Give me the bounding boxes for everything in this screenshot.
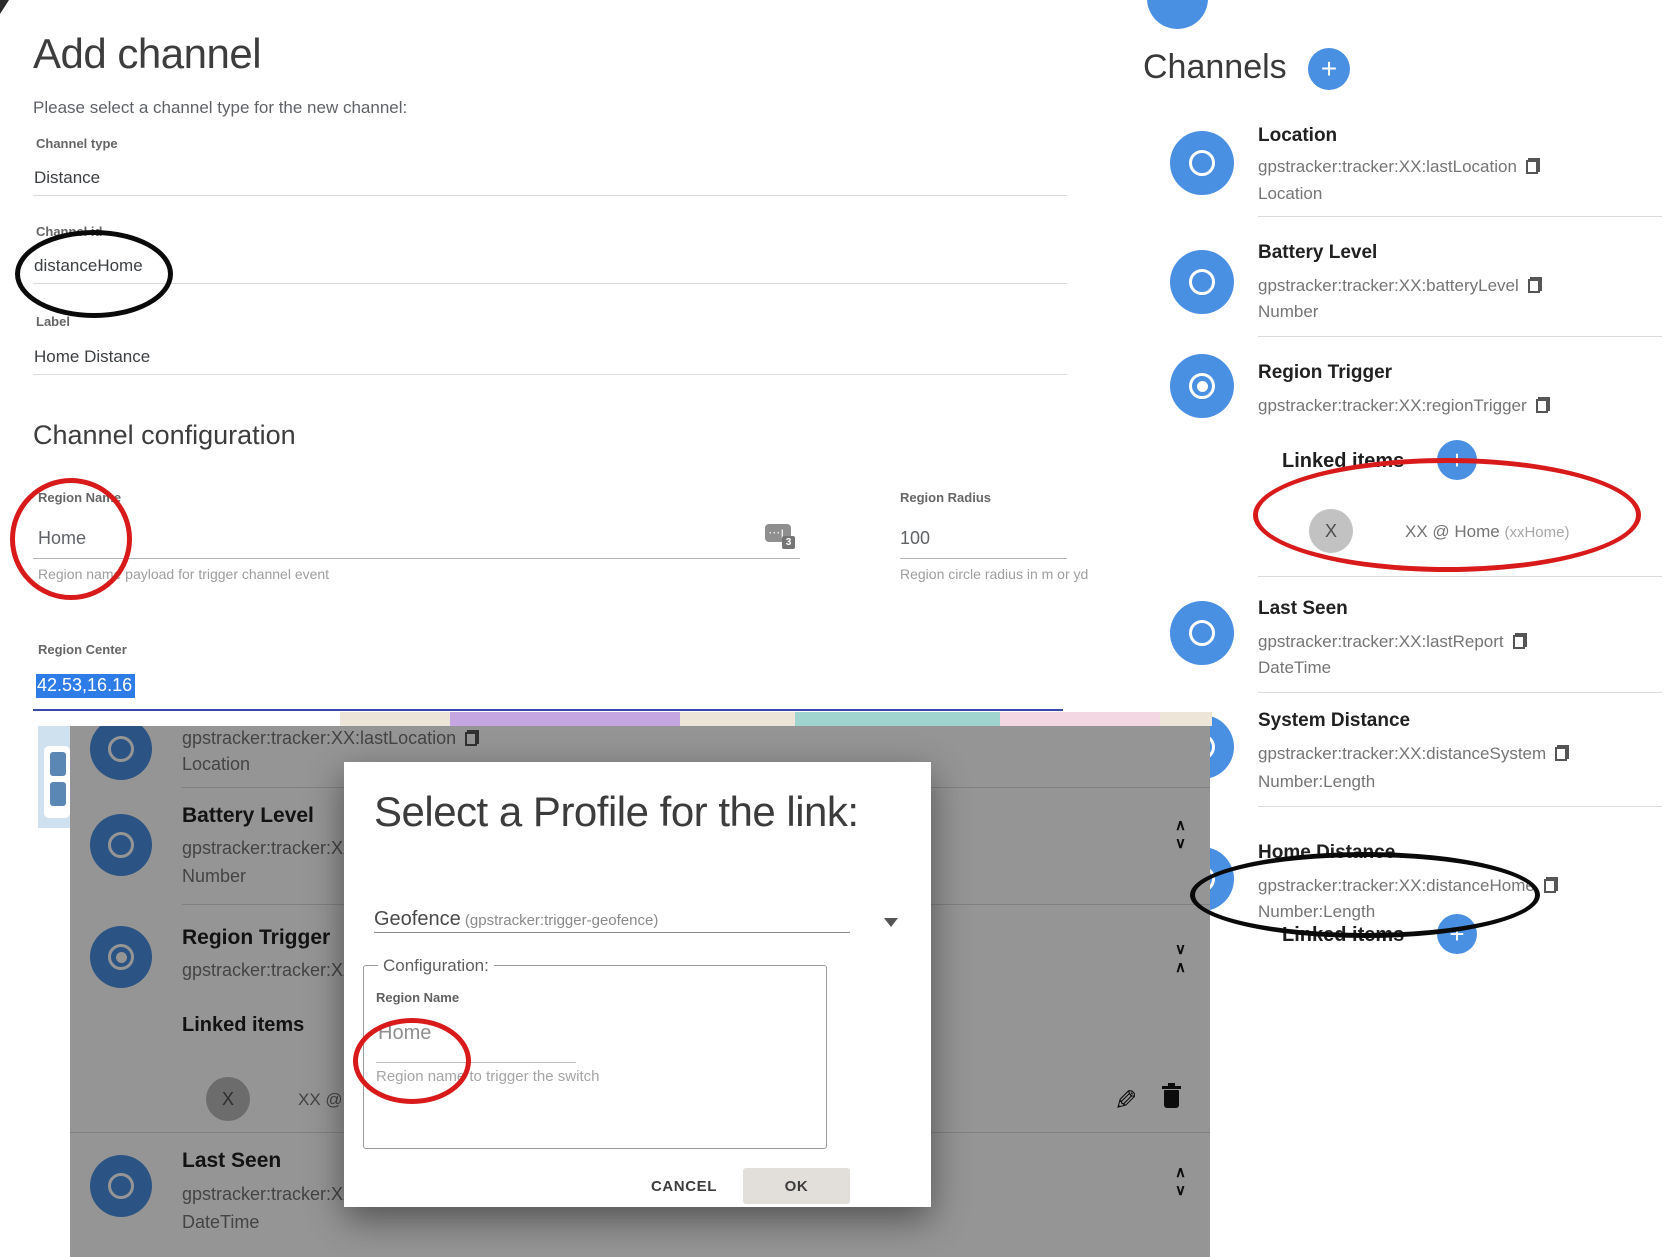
copy-icon[interactable] [1526,158,1540,174]
cancel-button[interactable]: CANCEL [636,1168,732,1204]
dialog-region-name-label: Region Name [376,990,459,1005]
dialog-region-name-underline [376,1062,576,1063]
channel-id-label: Channel id [36,224,102,239]
region-center-label: Region Center [38,642,127,657]
map-zoom-in-button[interactable] [50,752,66,776]
profile-name: Geofence [374,908,461,930]
channel-title[interactable]: System Distance [1258,710,1410,732]
channel-id: gpstracker:tracker:XX:lastReport [1258,632,1527,652]
region-name-label: Region Name [38,490,121,505]
dialog-title: Select a Profile for the link: [374,788,859,836]
channel-type-value[interactable]: Distance [34,168,100,188]
dialog-region-name-hint: Region name to trigger the switch [376,1068,599,1085]
add-linked-item-fab[interactable]: + [1437,914,1477,954]
add-linked-item-fab[interactable]: + [1437,440,1477,480]
channels-heading: Channels [1143,48,1287,87]
divider [1258,692,1662,693]
chevron-down-icon[interactable] [884,918,898,927]
channel-id-text: gpstracker:tracker:XX:distanceHome [1258,876,1535,895]
channel-id: gpstracker:tracker:XX:distanceHome [1258,876,1558,896]
profile-dialog: Select a Profile for the link: Geofence … [344,762,931,1207]
region-name-underline [33,558,800,559]
divider [33,195,1067,196]
region-radius-label: Region Radius [900,490,991,505]
divider [33,374,1067,375]
label-field-input[interactable]: Home Distance [34,347,150,367]
map-zoom-out-button[interactable] [50,782,66,806]
label-field-label: Label [36,314,70,329]
channel-state-icon [1170,131,1234,195]
form-subtitle: Please select a channel type for the new… [33,98,407,118]
channel-state-icon [1170,250,1234,314]
region-center-input[interactable]: 42.53,16.16 [36,674,135,698]
filler-badge: 3 [782,536,795,549]
form-filler-icon[interactable]: ···| 3 [765,524,791,542]
channel-id-text: gpstracker:tracker:XX:distanceSystem [1258,744,1546,763]
configuration-legend: Configuration: [378,956,494,976]
divider [33,283,1067,284]
copy-icon[interactable] [1555,745,1569,761]
region-center-focus-underline [33,709,1063,711]
divider [1258,216,1662,217]
channel-id-text: gpstracker:tracker:XX:lastLocation [1258,157,1517,176]
channel-title[interactable]: Last Seen [1258,598,1348,620]
copy-icon[interactable] [1513,633,1527,649]
ok-button[interactable]: OK [743,1168,850,1204]
map-strip [340,712,1212,726]
profile-select-underline [374,932,850,933]
config-heading: Channel configuration [33,420,296,451]
corner-artifact [0,0,9,14]
channel-id-input[interactable]: distanceHome [34,256,143,276]
channel-id: gpstracker:tracker:XX:regionTrigger [1258,396,1550,416]
region-radius-underline [900,558,1067,559]
channel-item-type: Number:Length [1258,772,1375,792]
map-fragment [450,712,680,726]
map-fragment [1000,712,1160,726]
channel-id: gpstracker:tracker:XX:batteryLevel [1258,276,1542,296]
linked-item-label[interactable]: XX @ Home (xxHome) [1405,522,1569,542]
map-zoom-control[interactable] [38,726,72,828]
region-name-input[interactable]: Home [38,528,86,549]
profile-detail: (gpstracker:trigger-geofence) [461,912,659,929]
map-fragment [795,712,1000,726]
linked-item-avatar: X [1309,509,1353,553]
linked-items-label: Linked items [1282,924,1404,947]
linked-items-label: Linked items [1282,450,1404,473]
channel-title[interactable]: Home Distance [1258,842,1395,864]
channel-item-type: Number:Length [1258,902,1375,922]
dialog-region-name-input[interactable]: Home [378,1022,431,1045]
channel-id: gpstracker:tracker:XX:lastLocation [1258,157,1540,177]
channel-type-label: Channel type [36,136,118,151]
channel-id-text: gpstracker:tracker:XX:lastReport [1258,632,1504,651]
copy-icon[interactable] [1544,877,1558,893]
region-name-hint: Region name payload for trigger channel … [38,566,329,582]
channel-title[interactable]: Region Trigger [1258,362,1392,384]
configuration-fieldset: Configuration: Region Name Home Region n… [363,965,827,1149]
top-partial-fab[interactable] [1147,0,1208,29]
add-channel-fab[interactable]: + [1308,48,1350,90]
divider [1258,576,1662,577]
copy-icon[interactable] [1528,277,1542,293]
region-radius-input[interactable]: 100 [900,528,930,549]
linked-item-note: (xxHome) [1504,524,1569,541]
channel-id: gpstracker:tracker:XX:distanceSystem [1258,744,1569,764]
channel-title[interactable]: Location [1258,125,1337,147]
page-title: Add channel [33,30,261,78]
divider [1258,336,1662,337]
channel-item-type: DateTime [1258,658,1331,678]
screenshot-root: Add channel Please select a channel type… [0,0,1670,1257]
channel-state-icon [1170,601,1234,665]
channel-item-type: Location [1258,184,1322,204]
divider [1258,806,1662,807]
channel-id-text: gpstracker:tracker:XX:batteryLevel [1258,276,1519,295]
channel-title[interactable]: Battery Level [1258,242,1377,264]
channel-item-type: Number [1258,302,1318,322]
profile-select[interactable]: Geofence (gpstracker:trigger-geofence) [374,908,658,931]
channel-trigger-icon [1170,354,1234,418]
copy-icon[interactable] [1536,397,1550,413]
region-radius-hint: Region circle radius in m or yd [900,566,1088,582]
channel-id-text: gpstracker:tracker:XX:regionTrigger [1258,396,1527,415]
region-center-selected-value: 42.53,16.16 [36,674,135,698]
linked-item-text: XX @ Home [1405,522,1500,541]
